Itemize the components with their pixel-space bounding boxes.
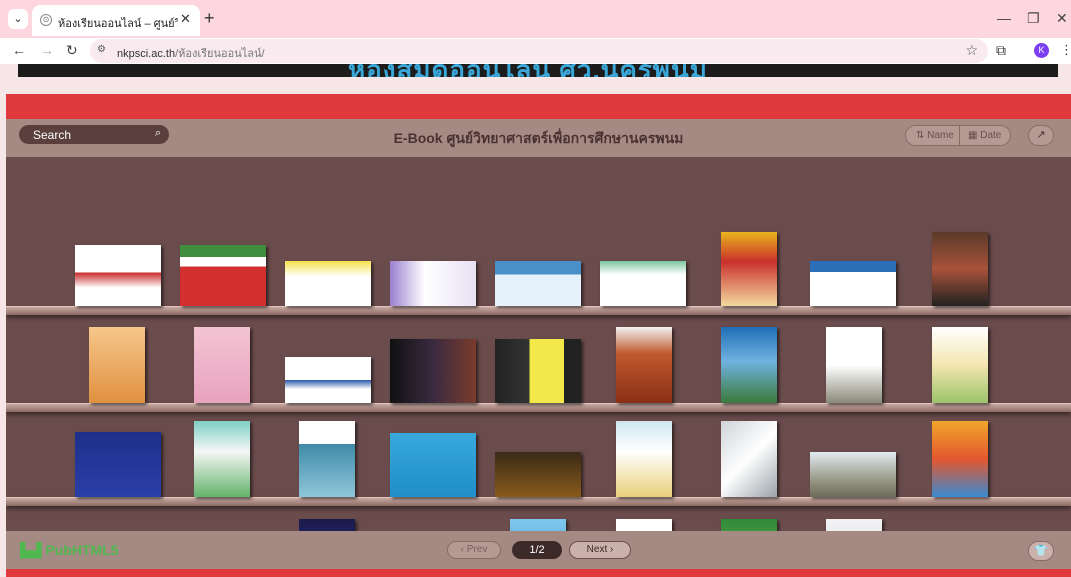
back-icon[interactable]: ← bbox=[12, 42, 26, 58]
url-field[interactable]: ⚙ nkpsci.ac.th/ห้องเรียนออนไลน์/ ☆ bbox=[90, 39, 988, 63]
book-cover[interactable] bbox=[616, 327, 672, 403]
browser-tab-bar: ⌄ ⊙ ห้องเรียนออนไลน์ – ศูนย์วิทยาศาสต ✕ … bbox=[0, 0, 1071, 38]
shelf-plank bbox=[6, 403, 1071, 412]
share-icon[interactable]: ↗ bbox=[1028, 125, 1054, 146]
site-info-icon[interactable]: ⚙ bbox=[97, 44, 106, 55]
book-cover[interactable] bbox=[721, 327, 777, 403]
sort-by-name-button[interactable]: ⇅ Name bbox=[916, 130, 954, 141]
sort-divider bbox=[959, 126, 960, 145]
book-cover[interactable] bbox=[600, 261, 686, 306]
sort-control: ⇅ Name ▦ Date bbox=[905, 125, 1011, 146]
theme-shirt-icon[interactable]: 👕 bbox=[1028, 541, 1054, 561]
minimize-icon[interactable]: — bbox=[997, 10, 1011, 26]
book-cover[interactable] bbox=[932, 327, 988, 403]
red-divider bbox=[6, 94, 1071, 119]
book-cover[interactable] bbox=[194, 421, 250, 497]
browser-tab[interactable]: ⊙ ห้องเรียนออนไลน์ – ศูนย์วิทยาศาสต ✕ bbox=[32, 5, 200, 36]
restore-icon[interactable]: ❐ bbox=[1027, 10, 1040, 27]
extensions-icon[interactable]: ⧉ bbox=[996, 42, 1006, 59]
book-cover[interactable] bbox=[495, 261, 581, 306]
reload-icon[interactable]: ↻ bbox=[66, 42, 78, 59]
book-cover[interactable] bbox=[75, 432, 161, 497]
tab-search-button[interactable]: ⌄ bbox=[8, 9, 28, 29]
shelf-plank bbox=[6, 497, 1071, 506]
website-content: ห้องสมุดออนไลน์ ศว.นครพนม Search ⌕ E-Boo… bbox=[0, 64, 1071, 577]
book-cover[interactable] bbox=[75, 245, 161, 306]
book-cover[interactable] bbox=[390, 261, 476, 306]
site-banner: ห้องสมุดออนไลน์ ศว.นครพนม bbox=[18, 64, 1058, 77]
book-cover[interactable] bbox=[721, 421, 777, 497]
book-cover[interactable] bbox=[285, 261, 371, 306]
address-bar-row: ← → ↻ ⚙ nkpsci.ac.th/ห้องเรียนออนไลน์/ ☆… bbox=[0, 38, 1071, 64]
book-cover[interactable] bbox=[89, 327, 145, 403]
book-cover[interactable] bbox=[495, 452, 581, 497]
book-cover[interactable] bbox=[285, 357, 371, 403]
pubhtml5-logo: ▙▟ PubHTML5 bbox=[20, 542, 119, 558]
book-cover[interactable] bbox=[616, 421, 672, 497]
page-indicator: 1/2 bbox=[512, 541, 562, 559]
banner-text: ห้องสมุดออนไลน์ ศว.นครพนม bbox=[348, 64, 708, 77]
book-cover[interactable] bbox=[810, 261, 896, 306]
book-logo-icon: ▙▟ bbox=[20, 542, 42, 558]
next-page-button[interactable]: Next › bbox=[569, 541, 631, 559]
profile-avatar[interactable]: K bbox=[1034, 43, 1049, 58]
new-tab-icon[interactable]: + bbox=[204, 8, 215, 29]
book-cover[interactable] bbox=[932, 232, 988, 306]
url-text: nkpsci.ac.th/ห้องเรียนออนไลน์/ bbox=[117, 48, 265, 60]
flip-bookshelf: Search ⌕ E-Book ศูนย์วิทยาศาสตร์เพื่อการ… bbox=[6, 119, 1071, 569]
site-favicon-icon: ⊙ bbox=[40, 14, 52, 26]
more-menu-icon[interactable]: ⋮ bbox=[1060, 42, 1071, 58]
prev-page-button[interactable]: ‹ Prev bbox=[447, 541, 501, 559]
book-cover[interactable] bbox=[826, 327, 882, 403]
book-cover[interactable] bbox=[390, 339, 476, 403]
sort-by-date-button[interactable]: ▦ Date bbox=[968, 130, 1001, 141]
book-cover[interactable] bbox=[721, 232, 777, 306]
close-window-icon[interactable]: ✕ bbox=[1056, 10, 1068, 27]
shelf-toolbar: Search ⌕ E-Book ศูนย์วิทยาศาสตร์เพื่อการ… bbox=[6, 119, 1071, 157]
shelf-footer: ▙▟ PubHTML5 ‹ Prev 1/2 Next › 👕 bbox=[6, 531, 1071, 569]
book-cover[interactable] bbox=[810, 452, 896, 497]
tab-title: ห้องเรียนออนไลน์ – ศูนย์วิทยาศาสต bbox=[58, 18, 178, 30]
red-footer-bar bbox=[6, 569, 1071, 577]
forward-icon[interactable]: → bbox=[40, 42, 54, 58]
book-cover[interactable] bbox=[495, 339, 581, 403]
book-cover[interactable] bbox=[180, 245, 266, 306]
bookmark-star-icon[interactable]: ☆ bbox=[965, 42, 978, 59]
shelf-plank bbox=[6, 306, 1071, 315]
book-cover[interactable] bbox=[194, 327, 250, 403]
close-tab-icon[interactable]: ✕ bbox=[180, 11, 191, 27]
book-cover[interactable] bbox=[932, 421, 988, 497]
book-cover[interactable] bbox=[299, 421, 355, 497]
book-cover[interactable] bbox=[390, 433, 476, 497]
